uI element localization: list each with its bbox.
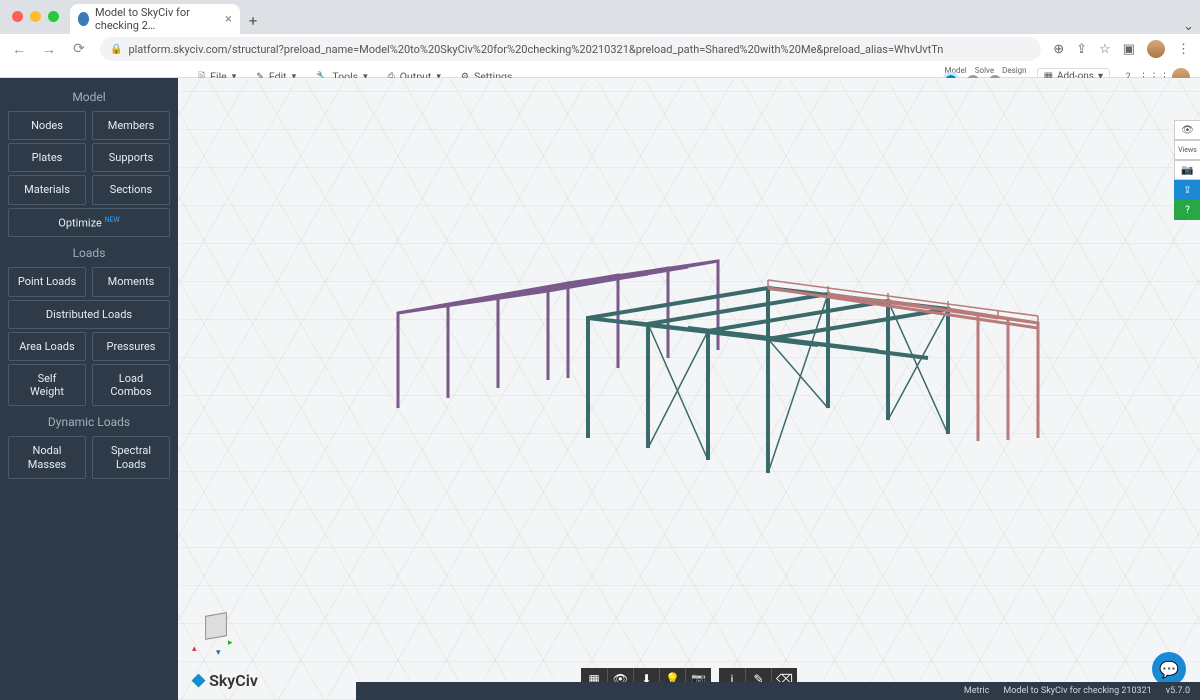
structural-model-icon (338, 188, 1058, 518)
left-sidebar: Model Nodes Members Plates Supports Mate… (0, 78, 178, 700)
sections-button[interactable]: Sections (92, 175, 170, 204)
close-tab-icon[interactable]: × (225, 12, 232, 27)
browser-action-icons: ⊕ ⇪ ☆ ▣ ⋮ (1053, 40, 1190, 58)
status-version: v5.7.0 (1166, 686, 1190, 696)
area-loads-button[interactable]: Area Loads (8, 332, 86, 361)
maximize-window-icon[interactable] (48, 11, 59, 22)
materials-button[interactable]: Materials (8, 175, 86, 204)
point-loads-button[interactable]: Point Loads (8, 267, 86, 296)
close-window-icon[interactable] (12, 11, 23, 22)
sidebar-section-loads: Loads (8, 240, 170, 264)
new-tab-button[interactable]: + (240, 12, 266, 34)
window-controls[interactable] (12, 11, 59, 22)
status-model-name: Model to SkyCiv for checking 210321 (1003, 686, 1151, 696)
url-text: platform.skyciv.com/structural?preload_n… (128, 43, 943, 56)
self-weight-button[interactable]: Self Weight (8, 364, 86, 406)
right-rail: 👁 Views 📷 ⇪ ? (1174, 120, 1200, 220)
support-button[interactable]: ? (1174, 200, 1200, 220)
extensions-icon[interactable]: ▣ (1123, 42, 1135, 57)
tab-favicon-icon (78, 12, 89, 26)
browser-toolbar: ← → ⟳ 🔒 platform.skyciv.com/structural?p… (0, 34, 1200, 64)
moments-button[interactable]: Moments (92, 267, 170, 296)
tab-title: Model to SkyCiv for checking 2… (95, 6, 219, 32)
plates-button[interactable]: Plates (8, 143, 86, 172)
stage-model-label: Model (945, 66, 967, 75)
supports-button[interactable]: Supports (92, 143, 170, 172)
url-bar[interactable]: 🔒 platform.skyciv.com/structural?preload… (100, 37, 1041, 61)
share-model-button[interactable]: ⇪ (1174, 180, 1200, 200)
stage-solve-label: Solve (975, 66, 994, 75)
status-bar: Metric Model to SkyCiv for checking 2103… (356, 682, 1200, 700)
load-combos-button[interactable]: Load Combos (92, 364, 170, 406)
viewport-canvas[interactable]: ▴ ▾ ▸ ◆ SkyCiv ▦ 👁 ⬇ 💡 📷 i ✎ ⌫ 👁 Vi (178, 78, 1200, 700)
bookmark-icon[interactable]: ☆ (1099, 42, 1111, 57)
members-button[interactable]: Members (92, 111, 170, 140)
axis-y-icon: ▾ (216, 648, 221, 658)
status-units[interactable]: Metric (964, 686, 990, 696)
screenshot-button[interactable]: 📷 (1174, 160, 1200, 180)
forward-button[interactable]: → (40, 41, 58, 58)
chat-icon: 💬 (1159, 660, 1179, 679)
share-icon[interactable]: ⇪ (1076, 42, 1087, 57)
optimize-label: Optimize (58, 216, 102, 229)
sidebar-section-dynamic: Dynamic Loads (8, 409, 170, 433)
back-button[interactable]: ← (10, 41, 28, 58)
axis-x-icon: ▴ (192, 644, 197, 654)
workspace: Model Nodes Members Plates Supports Mate… (0, 78, 1200, 700)
minimize-window-icon[interactable] (30, 11, 41, 22)
pressures-button[interactable]: Pressures (92, 332, 170, 361)
nodal-masses-button[interactable]: Nodal Masses (8, 436, 86, 478)
chat-fab-button[interactable]: 💬 (1152, 652, 1186, 686)
axis-z-icon: ▸ (228, 638, 233, 648)
lock-icon: 🔒 (110, 44, 122, 55)
logo-text: SkyCiv (209, 671, 258, 690)
browser-tab[interactable]: Model to SkyCiv for checking 2… × (70, 4, 240, 34)
optimize-button[interactable]: Optimize NEW (8, 208, 170, 238)
browser-menu-icon[interactable]: ⋮ (1177, 42, 1190, 57)
spectral-loads-button[interactable]: Spectral Loads (92, 436, 170, 478)
logo-icon: ◆ (192, 670, 205, 690)
axis-orientation-widget[interactable]: ▴ ▾ ▸ (186, 604, 246, 660)
stage-design-label: Design (1002, 66, 1026, 75)
sidebar-section-model: Model (8, 84, 170, 108)
axis-cube-icon (205, 612, 227, 640)
new-badge: NEW (105, 216, 120, 224)
profile-avatar-icon[interactable] (1147, 40, 1165, 58)
brand-logo: ◆ SkyCiv (192, 670, 258, 690)
browser-tab-row: Model to SkyCiv for checking 2… × + ⌄ (0, 0, 1200, 34)
nodes-button[interactable]: Nodes (8, 111, 86, 140)
distributed-loads-button[interactable]: Distributed Loads (8, 300, 170, 329)
eye-toggle-button[interactable]: 👁 (1174, 120, 1200, 140)
views-button[interactable]: Views (1174, 140, 1200, 160)
browser-chrome: Model to SkyCiv for checking 2… × + ⌄ ← … (0, 0, 1200, 78)
tab-overflow-icon[interactable]: ⌄ (1183, 19, 1200, 34)
reload-button[interactable]: ⟳ (70, 41, 88, 57)
search-icon[interactable]: ⊕ (1053, 42, 1064, 57)
